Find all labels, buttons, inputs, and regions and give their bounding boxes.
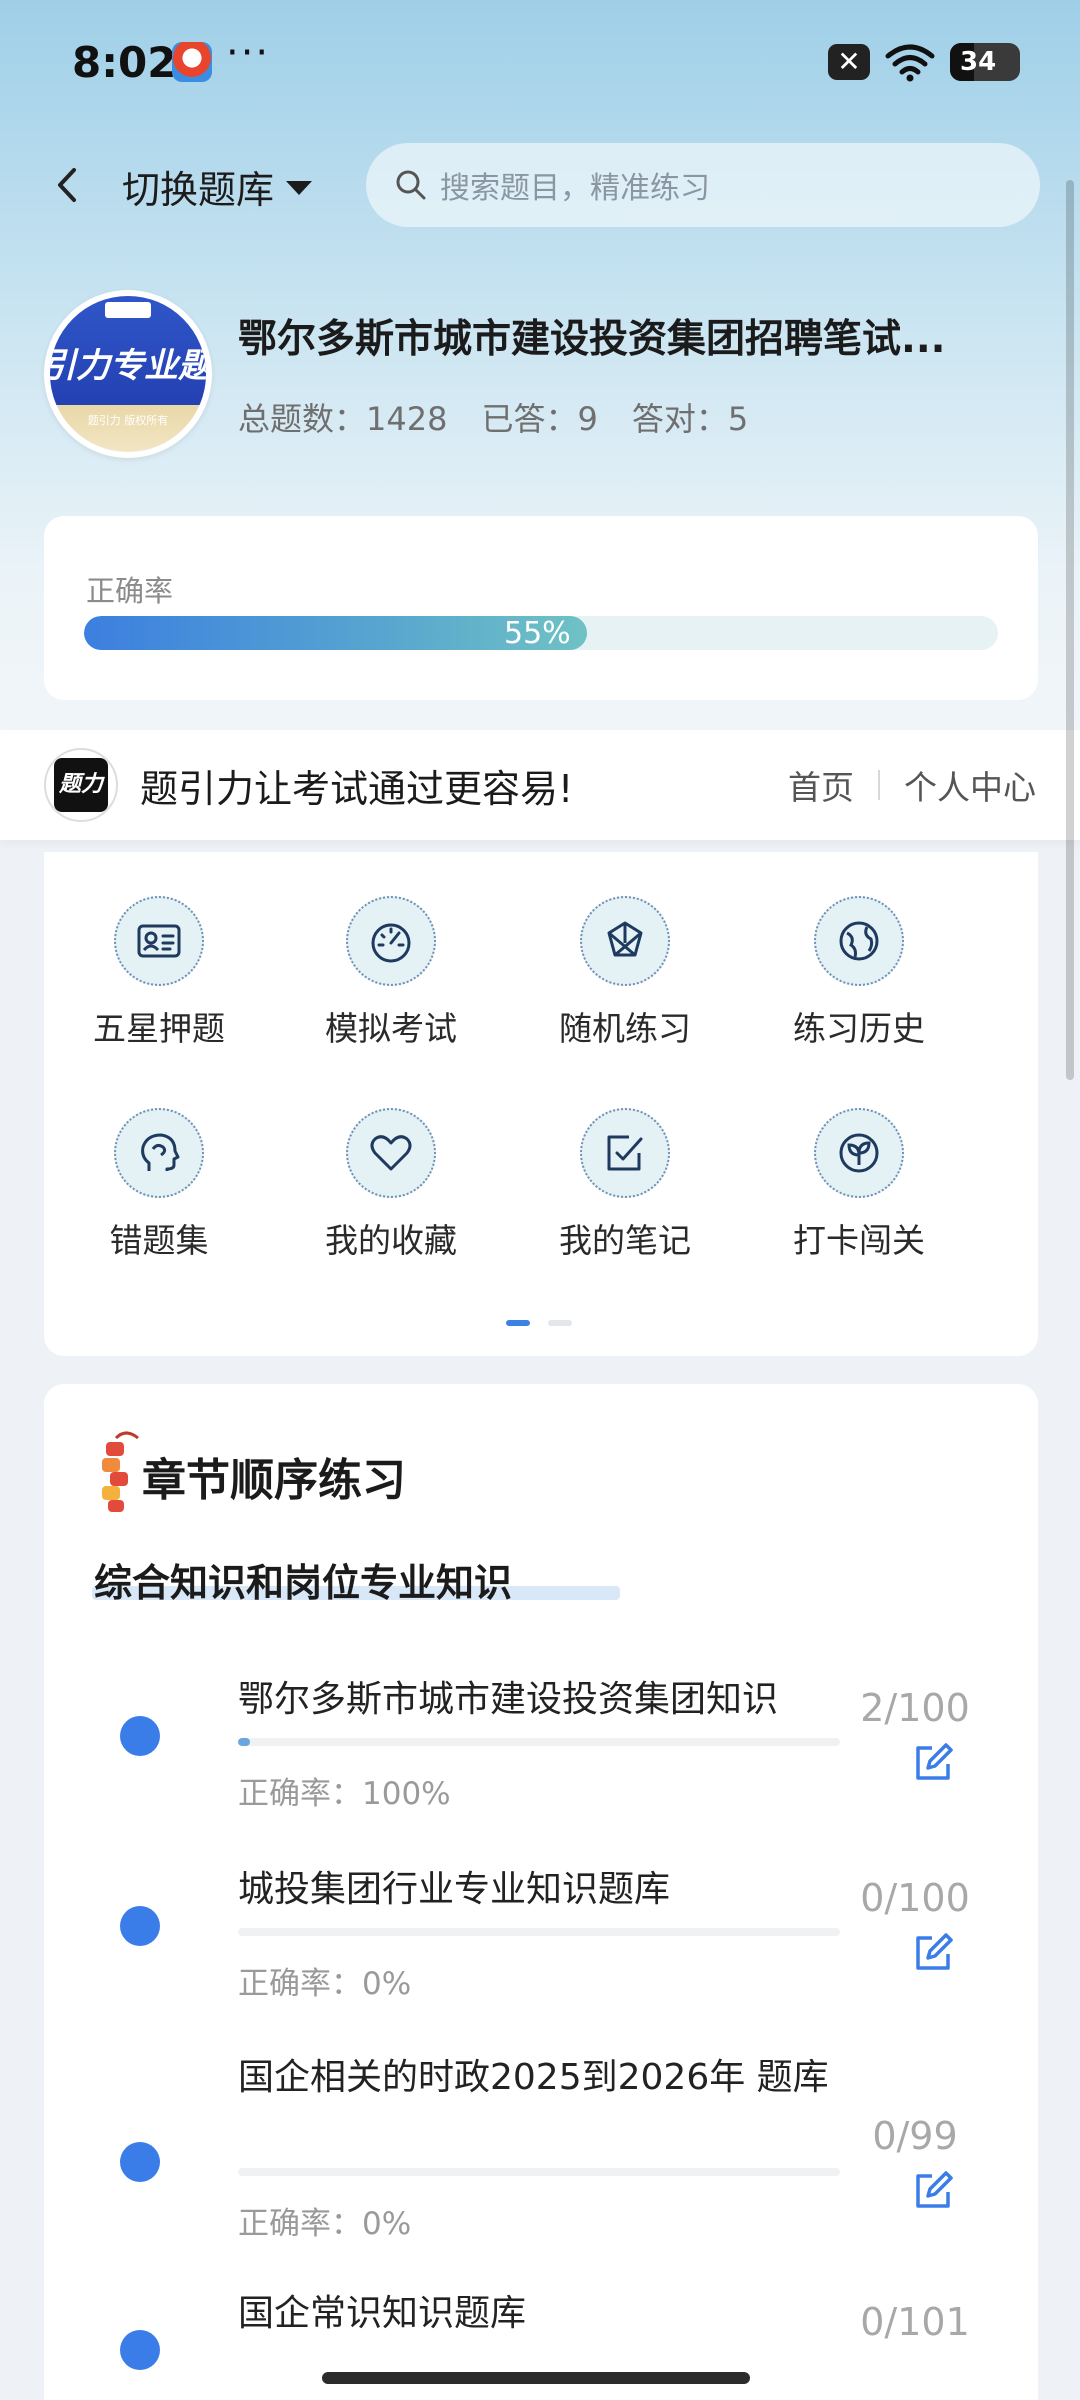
bank-logo-small-text: 题引力 版权所有 — [87, 414, 169, 427]
feature-five-star[interactable]: 五星押题 — [44, 852, 274, 1048]
edit-icon[interactable] — [910, 1930, 956, 1976]
caret-down-icon — [286, 181, 313, 195]
feature-label: 错题集 — [109, 1221, 209, 1260]
app-notification-icon — [172, 42, 212, 82]
home-indicator[interactable] — [322, 2372, 750, 2384]
chapter-name: 国企相关的时政2025到2026年 题库 — [238, 2057, 829, 2098]
no-sim-icon: ✕ — [828, 44, 870, 80]
grid-pager — [506, 1320, 572, 1326]
edit-icon[interactable] — [910, 2168, 956, 2214]
pager-dot[interactable] — [548, 1320, 572, 1326]
pager-dot[interactable] — [506, 1320, 530, 1326]
firecracker-icon — [102, 1431, 139, 1512]
feature-label: 随机练习 — [559, 1009, 691, 1048]
chapter-count: 0/101 — [860, 2300, 970, 2344]
globe-icon — [814, 896, 904, 986]
battery-icon: 34 — [950, 43, 1020, 81]
chapter-count: 0/99 — [872, 2114, 958, 2158]
switch-bank-dropdown[interactable]: 切换题库 — [122, 158, 313, 214]
brand-logo: 题力 — [44, 748, 118, 822]
feature-mock-exam[interactable]: 模拟考试 — [276, 852, 506, 1048]
chapter-dot — [120, 2330, 160, 2370]
feature-notes[interactable]: 我的笔记 — [510, 1064, 740, 1260]
brain-head-icon — [114, 1108, 204, 1198]
switch-bank-label: 切换题库 — [122, 167, 275, 212]
accuracy-label: 正确率 — [86, 574, 174, 608]
id-card-icon — [114, 896, 204, 986]
note-check-icon — [580, 1108, 670, 1198]
status-bar: 8:02 ··· ✕ 34 — [0, 0, 1080, 120]
section-title: 综合知识和岗位专业知识 — [94, 1561, 513, 1605]
chapter-practice-card: 章节顺序练习 综合知识和岗位专业知识 鄂尔多斯市城市建设投资集团知识 正确率：1… — [44, 1384, 1038, 2400]
accuracy-progress-bar: 55% — [84, 616, 998, 650]
feature-favorites[interactable]: 我的收藏 — [276, 1064, 506, 1260]
feature-check-in[interactable]: 打卡闯关 — [744, 1064, 974, 1260]
chapter-count: 0/100 — [860, 1876, 970, 1920]
search-icon — [396, 170, 426, 200]
link-divider — [878, 770, 880, 800]
feature-random-practice[interactable]: 随机练习 — [510, 852, 740, 1048]
bank-logo: 引力专业题 题引力 版权所有 — [44, 290, 212, 458]
link-personal-center[interactable]: 个人中心 — [904, 761, 1036, 809]
stat-correct: 答对：5 — [631, 400, 749, 438]
chapter-count: 2/100 — [860, 1686, 970, 1730]
brand-banner: 题力 题引力让考试通过更容易! 首页 个人中心 — [0, 730, 1080, 840]
feature-label: 练习历史 — [793, 1009, 925, 1048]
chapter-name: 鄂尔多斯市城市建设投资集团知识 — [238, 1679, 779, 1720]
chapter-dot — [120, 1906, 160, 1946]
status-time: 8:02 — [72, 38, 177, 87]
chapter-accuracy: 正确率：100% — [238, 1776, 451, 1812]
feature-label: 我的收藏 — [325, 1221, 457, 1260]
battery-level: 34 — [960, 47, 997, 77]
heart-icon — [346, 1108, 436, 1198]
chapter-progress-bar — [238, 1928, 840, 1936]
stat-answered: 已答：9 — [481, 400, 598, 438]
chapter-dot — [120, 1716, 160, 1756]
chapter-dot — [120, 2142, 160, 2182]
chapter-accuracy: 正确率：0% — [238, 2206, 412, 2242]
edit-icon[interactable] — [910, 1740, 956, 1786]
chapter-name: 国企常识知识题库 — [238, 2293, 527, 2334]
chapter-accuracy: 正确率：0% — [238, 1966, 412, 2002]
link-home[interactable]: 首页 — [788, 761, 854, 809]
brand-slogan: 题引力让考试通过更容易! — [140, 766, 574, 811]
bank-stats: 总题数：1428 已答：9 答对：5 — [238, 394, 748, 440]
bank-title: 鄂尔多斯市城市建设投资集团招聘笔试... — [238, 317, 946, 362]
chapter-progress-bar — [238, 2168, 840, 2176]
chapter-progress-bar — [238, 1738, 840, 1746]
feature-label: 五星押题 — [93, 1009, 225, 1048]
wifi-icon — [885, 44, 935, 82]
back-arrow-icon[interactable] — [42, 156, 92, 214]
chapter-title: 章节顺序练习 — [142, 1455, 406, 1506]
search-placeholder: 搜索题目，精准练习 — [440, 171, 710, 206]
more-notifications-icon: ··· — [226, 30, 271, 76]
feature-grid: 五星押题 模拟考试 随机练习 练习历史 错题集 我的收藏 我的笔记 打卡闯关 — [44, 852, 1038, 1356]
feature-label: 模拟考试 — [325, 1009, 457, 1048]
sprout-icon — [814, 1108, 904, 1198]
search-input[interactable]: 搜索题目，精准练习 — [366, 143, 1040, 227]
feature-label: 打卡闯关 — [793, 1221, 925, 1260]
scrollbar[interactable] — [1066, 180, 1074, 1080]
feature-label: 我的笔记 — [559, 1221, 691, 1260]
chapter-progress-fill — [238, 1738, 251, 1746]
banner-links: 首页 个人中心 — [788, 730, 1036, 840]
shuffle-icon — [580, 896, 670, 986]
status-indicators: ✕ 34 — [828, 40, 1020, 84]
feature-practice-history[interactable]: 练习历史 — [744, 852, 974, 1048]
accuracy-percent: 55% — [504, 616, 571, 650]
chapter-name: 城投集团行业专业知识题库 — [238, 1869, 671, 1910]
feature-wrong-questions[interactable]: 错题集 — [44, 1064, 274, 1260]
bank-logo-text: 引力专业题 — [50, 346, 206, 386]
stat-total: 总题数：1428 — [238, 400, 448, 438]
accuracy-card: 正确率 55% — [44, 516, 1038, 700]
speedometer-icon — [346, 896, 436, 986]
